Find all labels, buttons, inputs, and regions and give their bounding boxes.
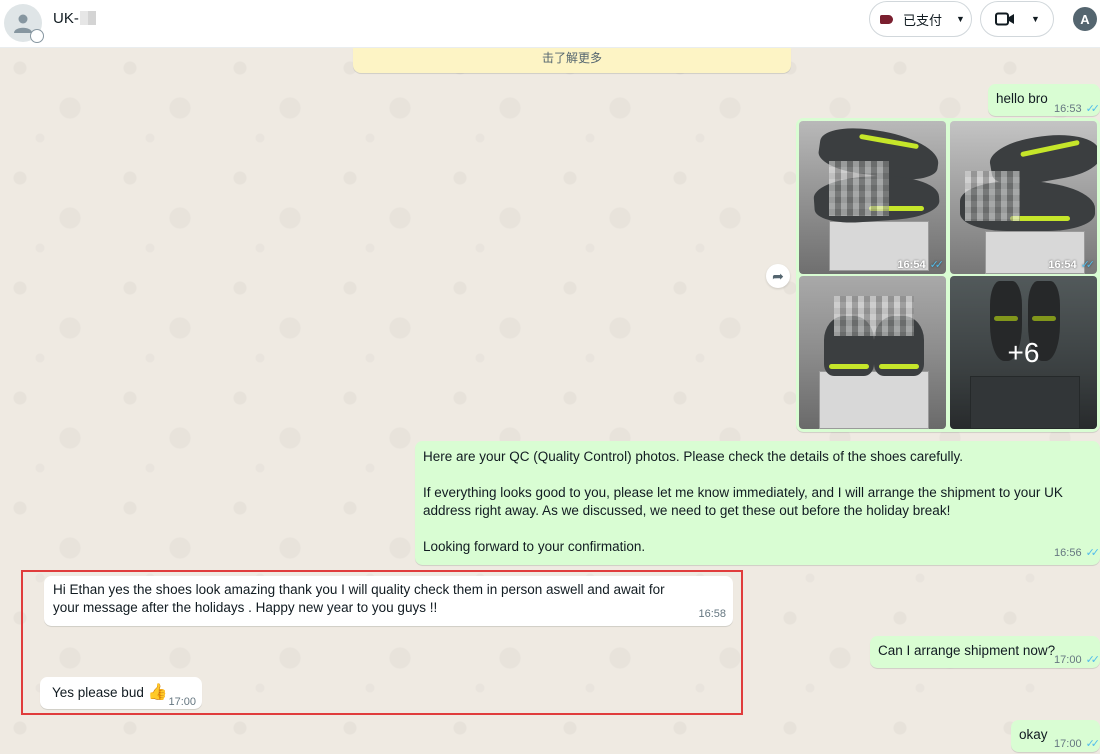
avatar[interactable]: [4, 4, 44, 43]
message-bubble-incoming[interactable]: Yes please bud 👍 17:00: [40, 677, 202, 709]
message-text: Hi Ethan yes the shoes look amazing than…: [53, 582, 665, 615]
forward-icon: ➦: [772, 267, 784, 284]
message-text: hello bro: [996, 91, 1048, 106]
video-camera-icon: [995, 12, 1014, 26]
message-meta: 16:58: [698, 605, 726, 623]
message-time: 16:56: [1054, 547, 1082, 559]
shoe-accent: [829, 364, 869, 369]
message-text: Here are your QC (Quality Control) photo…: [423, 448, 1095, 556]
pixelated-area: [965, 171, 1020, 221]
photo-album[interactable]: 16:54 ✓✓ 16:54 ✓✓ +6: [796, 118, 1100, 432]
contact-name-text: UK-: [53, 10, 79, 27]
album-photo[interactable]: 16:54 ✓✓: [799, 121, 946, 274]
contact-name[interactable]: UK-: [53, 10, 96, 27]
album-photo[interactable]: [799, 276, 946, 429]
pixelated-area: [829, 161, 889, 216]
read-ticks-icon: ✓✓: [1080, 259, 1096, 271]
message-bubble-incoming[interactable]: Hi Ethan yes the shoes look amazing than…: [44, 576, 733, 626]
message-meta: 17:00 ✓✓: [1054, 651, 1100, 669]
message-time: 17:00: [1054, 654, 1082, 666]
message-bubble-outgoing[interactable]: hello bro 16:53 ✓✓: [988, 84, 1100, 116]
notice-text: 击了解更多: [541, 51, 602, 65]
tag-icon: [880, 14, 893, 24]
forward-button[interactable]: ➦: [766, 264, 790, 288]
photo-meta: [936, 414, 940, 426]
photo-meta: 16:54 ✓✓: [897, 258, 945, 271]
timer-badge-icon: [30, 29, 44, 43]
read-ticks-icon: ✓✓: [1085, 103, 1100, 115]
thumbs-up-icon: 👍: [147, 684, 168, 701]
read-ticks-icon: ✓✓: [1085, 547, 1100, 559]
message-paragraph: If everything looks good to you, please …: [423, 485, 1063, 518]
video-call-button[interactable]: ▼: [980, 1, 1054, 37]
message-paragraph: Here are your QC (Quality Control) photo…: [423, 449, 964, 464]
label-button-text: 已支付: [903, 12, 943, 28]
message-bubble-outgoing[interactable]: okay 17:00 ✓✓: [1011, 720, 1100, 752]
chat-header: UK- 已支付 ▼ ▼ A: [0, 0, 1100, 48]
message-time: 16:58: [698, 608, 726, 620]
chevron-down-icon: ▼: [1031, 14, 1040, 24]
message-bubble-outgoing[interactable]: Here are your QC (Quality Control) photo…: [415, 441, 1100, 565]
message-text: okay: [1019, 727, 1048, 742]
translate-icon[interactable]: A: [1073, 7, 1097, 31]
message-meta: 17:00 ✓✓: [1054, 735, 1100, 753]
read-ticks-icon: ✓✓: [929, 259, 945, 271]
photo-meta: 16:54 ✓✓: [1048, 258, 1096, 271]
message-bubble-outgoing[interactable]: Can I arrange shipment now? 17:00 ✓✓: [870, 636, 1100, 668]
message-time: 16:53: [1054, 103, 1082, 115]
pixelated-area: [834, 296, 914, 336]
shoe-box: [819, 371, 929, 429]
message-meta: 16:56 ✓✓: [1054, 544, 1100, 562]
message-time: 17:00: [168, 696, 196, 708]
system-notice[interactable]: 击了解更多: [353, 48, 791, 73]
photo-time: 16:54: [897, 259, 926, 271]
label-dropdown-button[interactable]: 已支付 ▼: [869, 1, 972, 37]
more-photos-count: +6: [1007, 336, 1040, 368]
message-text-content: Yes please bud: [52, 685, 144, 700]
message-text: Can I arrange shipment now?: [878, 643, 1056, 658]
read-ticks-icon: ✓✓: [1085, 738, 1100, 750]
more-photos-overlay[interactable]: +6: [950, 276, 1097, 429]
photo-time: 16:54: [1048, 259, 1077, 271]
read-ticks-icon: ✓✓: [1085, 654, 1100, 666]
message-meta: 16:53 ✓✓: [1054, 100, 1100, 118]
message-paragraph: Looking forward to your confirmation.: [423, 539, 646, 554]
album-photo[interactable]: +6: [950, 276, 1097, 429]
chevron-down-icon: ▼: [956, 14, 965, 24]
translate-icon-text: A: [1080, 11, 1090, 27]
message-meta: 17:00: [168, 693, 196, 711]
message-text: Yes please bud 👍: [52, 684, 168, 702]
album-photo[interactable]: 16:54 ✓✓: [950, 121, 1097, 274]
shoe-accent: [879, 364, 919, 369]
message-time: 17:00: [1054, 738, 1082, 750]
redacted-name: [79, 11, 96, 25]
